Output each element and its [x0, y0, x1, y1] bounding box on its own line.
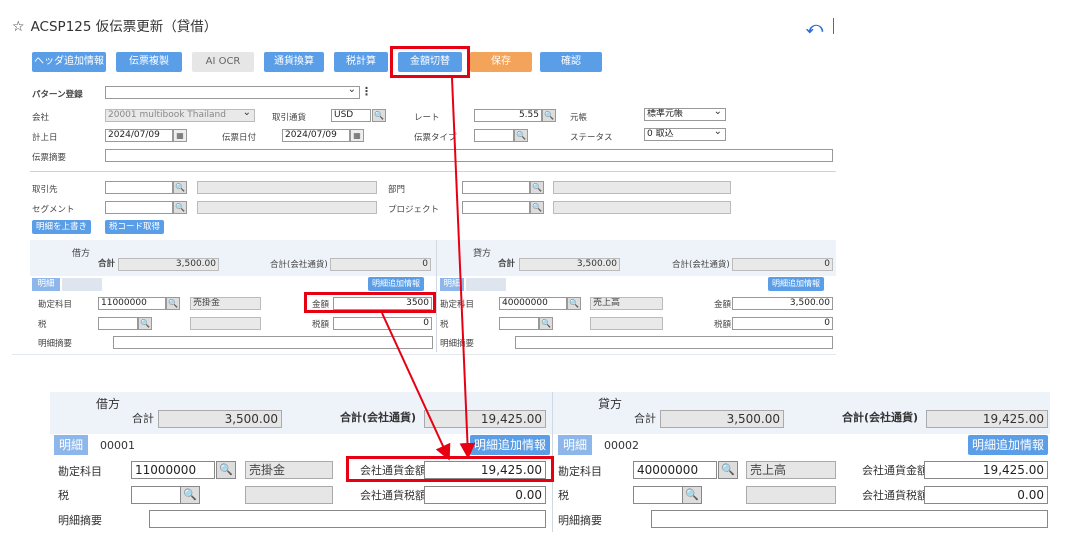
arrow-amount-field	[381, 312, 451, 461]
arrow-amount-switch	[451, 77, 476, 459]
annotation-arrows	[381, 77, 476, 461]
